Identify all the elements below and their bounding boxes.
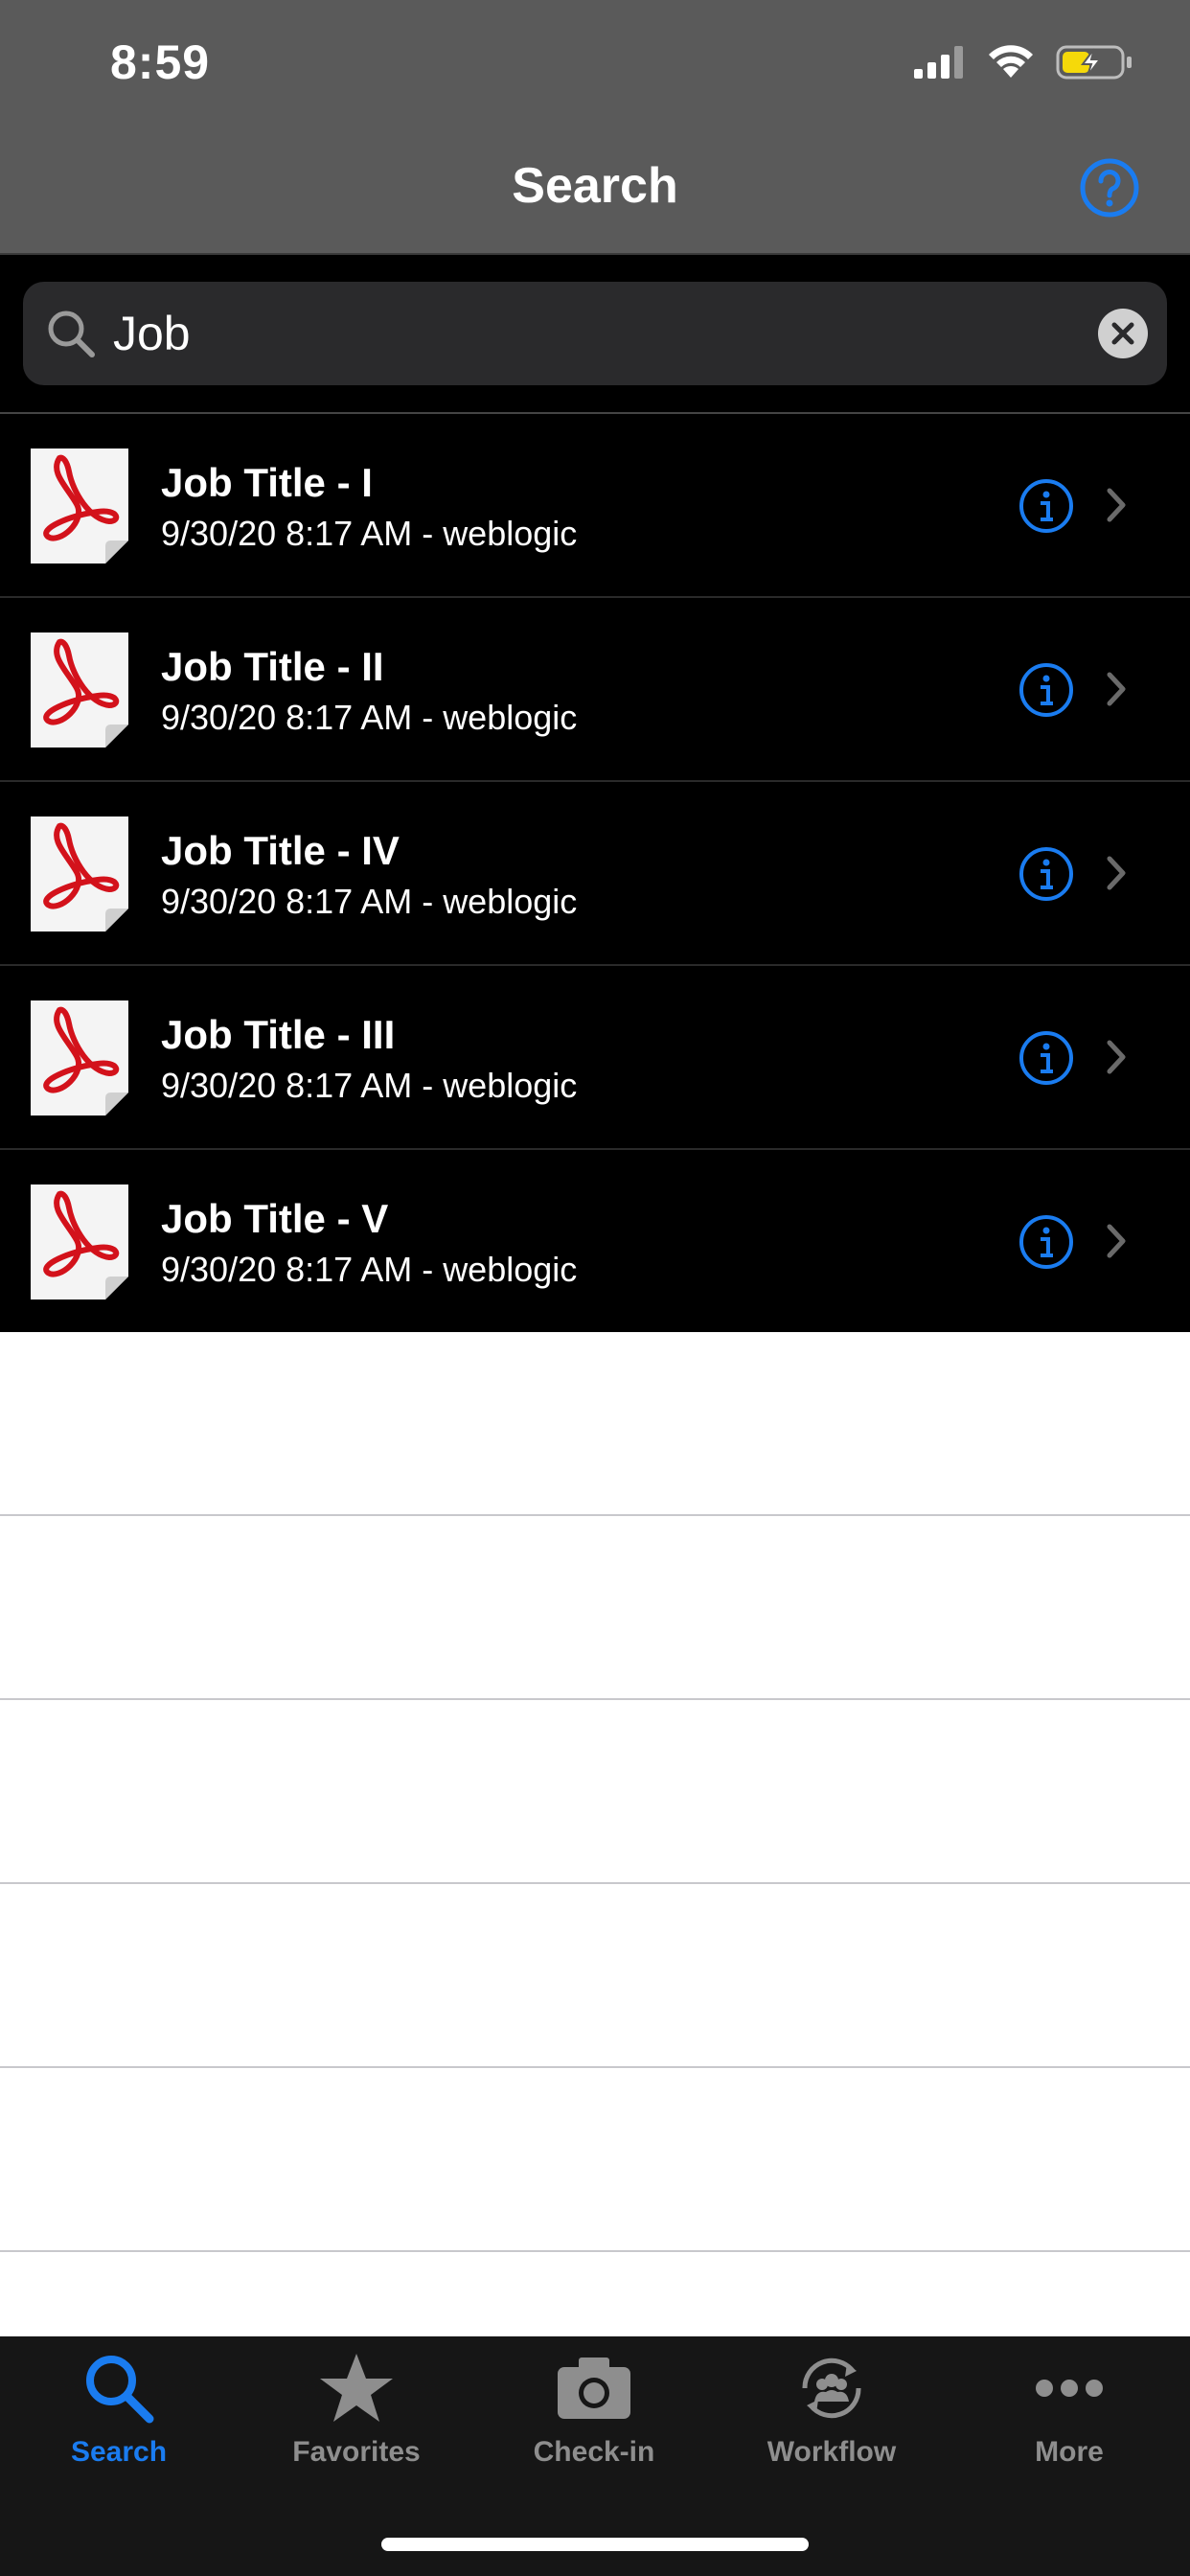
search-area: Job [0,255,1190,414]
tab-label: More [1035,2436,1104,2468]
tab-workflow[interactable]: Workflow [713,2336,950,2480]
search-input[interactable]: Job [23,282,1167,385]
page-title: Search [512,158,678,214]
signal-icon [914,46,963,79]
info-icon[interactable] [1018,1029,1075,1087]
empty-row [0,1884,1190,2068]
pdf-file-icon [31,1184,128,1300]
empty-row [0,1332,1190,1516]
result-row[interactable]: Job Title - II 9/30/20 8:17 AM - weblogi… [0,598,1190,782]
result-row[interactable]: Job Title - IV 9/30/20 8:17 AM - weblogi… [0,782,1190,966]
result-subtitle: 9/30/20 8:17 AM - weblogic [161,1066,578,1105]
status-time: 8:59 [110,35,211,89]
empty-row [0,2068,1190,2252]
results-list: Job Title - I 9/30/20 8:17 AM - weblogic… [0,414,1190,1332]
result-title: Job Title - IV [161,828,400,873]
result-row[interactable]: Job Title - III 9/30/20 8:17 AM - weblog… [0,966,1190,1150]
home-indicator[interactable] [381,2538,809,2551]
result-subtitle: 9/30/20 8:17 AM - weblogic [161,1250,578,1289]
result-title: Job Title - I [161,460,373,505]
battery-charging-icon [1056,45,1132,80]
navigation-bar: Search [0,128,1190,255]
info-icon[interactable] [1018,477,1075,535]
help-icon[interactable] [1079,157,1140,218]
more-dots-icon [1036,2380,1103,2397]
tab-label: Favorites [292,2436,421,2468]
info-icon[interactable] [1018,845,1075,903]
tab-more[interactable]: More [950,2336,1188,2480]
result-row[interactable]: Job Title - I 9/30/20 8:17 AM - weblogic [0,414,1190,598]
result-subtitle: 9/30/20 8:17 AM - weblogic [161,698,578,737]
info-icon[interactable] [1018,1213,1075,1271]
pdf-file-icon [31,448,128,564]
result-subtitle: 9/30/20 8:17 AM - weblogic [161,514,578,553]
tab-check-in[interactable]: Check-in [475,2336,713,2480]
workflow-icon [802,2358,861,2419]
result-subtitle: 9/30/20 8:17 AM - weblogic [161,882,578,921]
status-bar: 8:59 [0,0,1190,128]
chevron-right-icon [1107,672,1126,706]
pdf-file-icon [31,816,128,932]
star-icon [320,2354,393,2422]
empty-row [0,1700,1190,1884]
tab-label: Workflow [767,2436,897,2468]
chevron-right-icon [1107,1224,1126,1258]
pdf-file-icon [31,1000,128,1116]
camera-icon [558,2358,630,2419]
status-icons [914,44,1133,80]
result-title: Job Title - III [161,1012,396,1057]
tab-favorites[interactable]: Favorites [238,2336,475,2480]
tab-search[interactable]: Search [0,2336,238,2480]
pdf-file-icon [31,632,128,748]
result-title: Job Title - II [161,644,384,689]
search-query[interactable]: Job [113,303,191,364]
empty-list-area [0,1332,1190,2252]
tab-label: Check-in [533,2436,655,2468]
info-icon[interactable] [1018,661,1075,719]
empty-row [0,1516,1190,1700]
result-row[interactable]: Job Title - V 9/30/20 8:17 AM - weblogic [0,1150,1190,1332]
wifi-icon [989,45,1033,78]
chevron-right-icon [1107,856,1126,890]
chevron-right-icon [1107,488,1126,522]
tab-label: Search [70,2436,168,2468]
search-icon [48,310,95,357]
chevron-right-icon [1107,1040,1126,1074]
search-icon [86,2356,154,2424]
clear-icon[interactable] [1096,307,1150,360]
result-title: Job Title - V [161,1196,389,1241]
